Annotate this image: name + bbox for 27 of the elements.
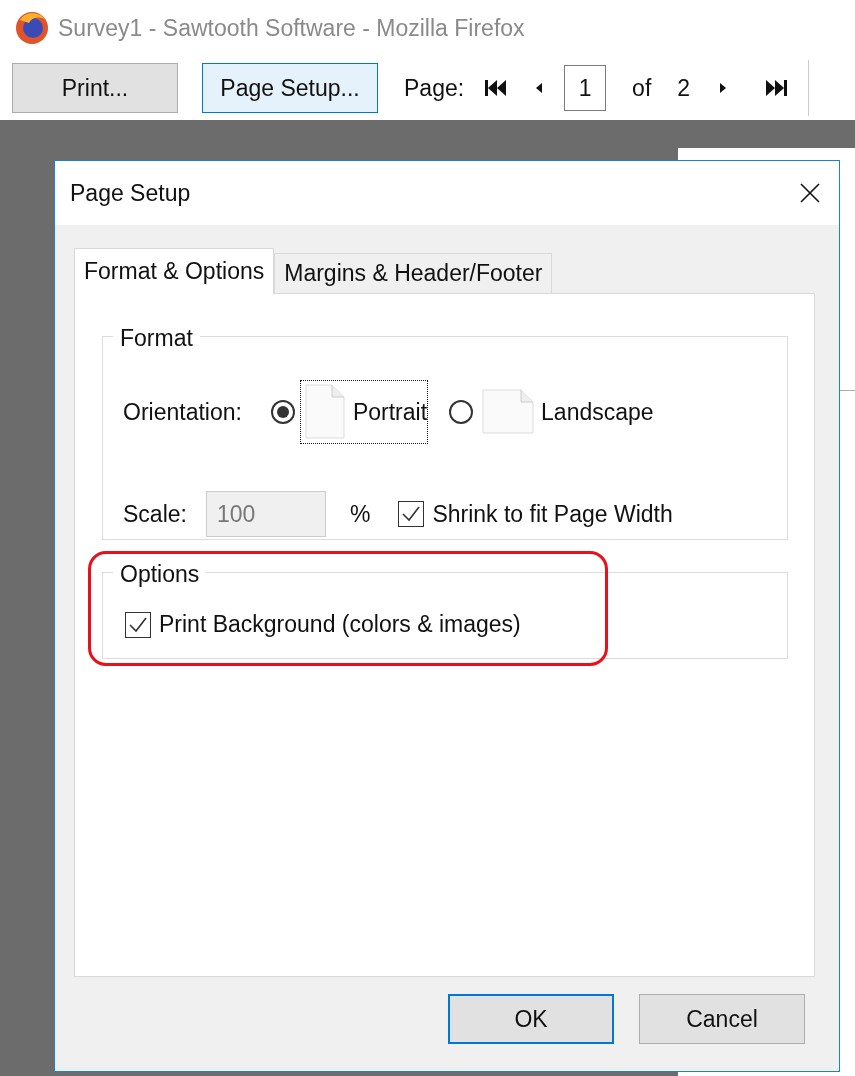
of-label: of [632, 74, 652, 102]
tab[interactable]: Format & Options [74, 248, 275, 294]
checkbox[interactable] [125, 611, 151, 638]
dialog-button[interactable]: Cancel [639, 994, 805, 1044]
orientation-option[interactable]: Portrait [352, 398, 428, 426]
dialog-button[interactable]: OK [448, 994, 614, 1044]
group-title: Options [113, 563, 207, 586]
page-label: Page: [404, 74, 465, 102]
orientation-label: Orientation: [123, 398, 242, 426]
scale-label: Scale: [123, 500, 187, 528]
checkbox-label: Shrink to fit Page Width [432, 500, 673, 528]
dialog-title: Page Setup [70, 179, 191, 207]
radio-button[interactable] [270, 400, 295, 424]
checkbox-label: Print Background (colors & images) [159, 611, 521, 638]
print-button[interactable]: Print... [12, 63, 178, 113]
window-title: Survey1 - Sawtooth Software - Mozilla Firefox [58, 14, 525, 42]
radio-button[interactable] [449, 400, 474, 424]
portrait-page-icon [302, 383, 347, 441]
orientation-option[interactable]: Landscape [541, 398, 654, 426]
page-count: 2 [677, 74, 691, 102]
checkbox[interactable] [398, 501, 425, 527]
percent-label: % [349, 500, 371, 528]
landscape-page-icon [481, 388, 536, 436]
page-number-field[interactable]: 1 [564, 65, 607, 111]
page-setup-button[interactable]: Page Setup... [202, 63, 378, 113]
tab[interactable]: Margins & Header/Footer [274, 253, 553, 293]
browser-logo-icon [14, 10, 50, 46]
